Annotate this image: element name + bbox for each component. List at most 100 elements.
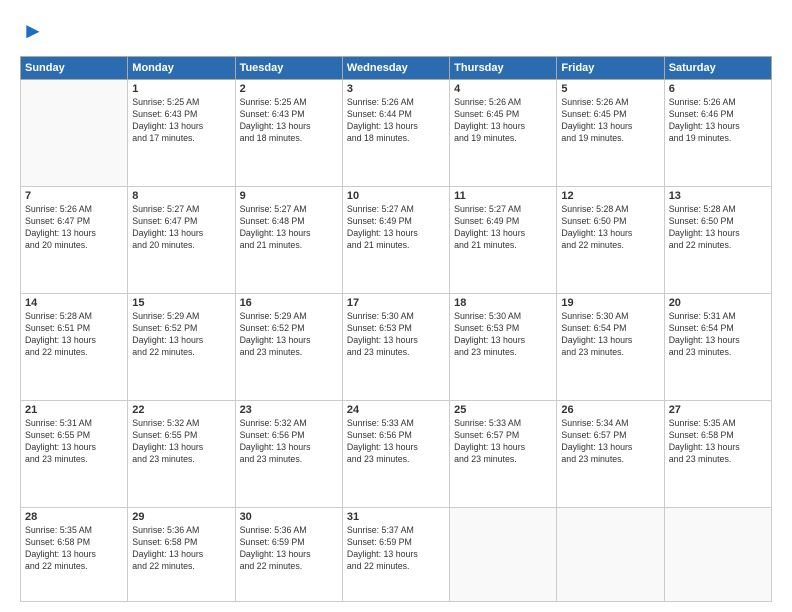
day-number: 15	[132, 297, 230, 309]
day-number: 31	[347, 511, 445, 523]
day-number: 23	[240, 404, 338, 416]
day-info: Sunrise: 5:28 AMSunset: 6:50 PMDaylight:…	[669, 204, 767, 252]
header: ►	[20, 18, 772, 44]
logo-icon: ►	[22, 18, 44, 44]
day-number: 21	[25, 404, 123, 416]
day-info: Sunrise: 5:33 AMSunset: 6:56 PMDaylight:…	[347, 418, 445, 466]
calendar-week-3: 14 Sunrise: 5:28 AMSunset: 6:51 PMDayligh…	[21, 294, 772, 401]
calendar-cell	[450, 508, 557, 602]
day-info: Sunrise: 5:37 AMSunset: 6:59 PMDaylight:…	[347, 525, 445, 573]
calendar-cell: 25 Sunrise: 5:33 AMSunset: 6:57 PMDayligh…	[450, 401, 557, 508]
day-info: Sunrise: 5:36 AMSunset: 6:59 PMDaylight:…	[240, 525, 338, 573]
day-number: 25	[454, 404, 552, 416]
day-info: Sunrise: 5:35 AMSunset: 6:58 PMDaylight:…	[669, 418, 767, 466]
day-number: 2	[240, 83, 338, 95]
calendar-cell: 11 Sunrise: 5:27 AMSunset: 6:49 PMDayligh…	[450, 187, 557, 294]
calendar-header-friday: Friday	[557, 57, 664, 80]
calendar-header-saturday: Saturday	[664, 57, 771, 80]
calendar-cell: 3 Sunrise: 5:26 AMSunset: 6:44 PMDaylight…	[342, 80, 449, 187]
calendar-week-4: 21Sunrise: 5:31 AMSunset: 6:55 PMDayligh…	[21, 401, 772, 508]
day-number: 4	[454, 83, 552, 95]
logo: ►	[20, 18, 44, 44]
day-info: Sunrise: 5:27 AMSunset: 6:49 PMDaylight:…	[454, 204, 552, 252]
day-number: 18	[454, 297, 552, 309]
day-number: 29	[132, 511, 230, 523]
calendar: SundayMondayTuesdayWednesdayThursdayFrid…	[20, 56, 772, 602]
calendar-cell: 28Sunrise: 5:35 AMSunset: 6:58 PMDayligh…	[21, 508, 128, 602]
day-info: Sunrise: 5:26 AMSunset: 6:47 PMDaylight:…	[25, 204, 123, 252]
day-number: 24	[347, 404, 445, 416]
day-info: Sunrise: 5:32 AMSunset: 6:55 PMDaylight:…	[132, 418, 230, 466]
day-info: Sunrise: 5:26 AMSunset: 6:46 PMDaylight:…	[669, 97, 767, 145]
calendar-cell: 10Sunrise: 5:27 AMSunset: 6:49 PMDayligh…	[342, 187, 449, 294]
day-number: 13	[669, 190, 767, 202]
day-info: Sunrise: 5:30 AMSunset: 6:54 PMDaylight:…	[561, 311, 659, 359]
calendar-cell: 8 Sunrise: 5:27 AMSunset: 6:47 PMDaylight…	[128, 187, 235, 294]
calendar-header-thursday: Thursday	[450, 57, 557, 80]
day-number: 10	[347, 190, 445, 202]
calendar-cell: 7 Sunrise: 5:26 AMSunset: 6:47 PMDaylight…	[21, 187, 128, 294]
day-number: 30	[240, 511, 338, 523]
calendar-cell: 15 Sunrise: 5:29 AMSunset: 6:52 PMDayligh…	[128, 294, 235, 401]
day-number: 3	[347, 83, 445, 95]
day-number: 16	[240, 297, 338, 309]
calendar-header-wednesday: Wednesday	[342, 57, 449, 80]
day-number: 11	[454, 190, 552, 202]
day-number: 8	[132, 190, 230, 202]
calendar-cell	[21, 80, 128, 187]
calendar-cell: 18 Sunrise: 5:30 AMSunset: 6:53 PMDayligh…	[450, 294, 557, 401]
calendar-cell: 12Sunrise: 5:28 AMSunset: 6:50 PMDayligh…	[557, 187, 664, 294]
day-number: 5	[561, 83, 659, 95]
day-number: 27	[669, 404, 767, 416]
day-info: Sunrise: 5:33 AMSunset: 6:57 PMDaylight:…	[454, 418, 552, 466]
calendar-week-5: 28Sunrise: 5:35 AMSunset: 6:58 PMDayligh…	[21, 508, 772, 602]
day-info: Sunrise: 5:30 AMSunset: 6:53 PMDaylight:…	[454, 311, 552, 359]
day-info: Sunrise: 5:36 AMSunset: 6:58 PMDaylight:…	[132, 525, 230, 573]
day-info: Sunrise: 5:26 AMSunset: 6:44 PMDaylight:…	[347, 97, 445, 145]
day-number: 9	[240, 190, 338, 202]
calendar-cell: 30 Sunrise: 5:36 AMSunset: 6:59 PMDayligh…	[235, 508, 342, 602]
calendar-cell: 21Sunrise: 5:31 AMSunset: 6:55 PMDayligh…	[21, 401, 128, 508]
day-number: 17	[347, 297, 445, 309]
day-info: Sunrise: 5:27 AMSunset: 6:47 PMDaylight:…	[132, 204, 230, 252]
calendar-cell: 27 Sunrise: 5:35 AMSunset: 6:58 PMDayligh…	[664, 401, 771, 508]
day-info: Sunrise: 5:30 AMSunset: 6:53 PMDaylight:…	[347, 311, 445, 359]
day-number: 20	[669, 297, 767, 309]
calendar-cell: 31 Sunrise: 5:37 AMSunset: 6:59 PMDayligh…	[342, 508, 449, 602]
calendar-header-row: SundayMondayTuesdayWednesdayThursdayFrid…	[21, 57, 772, 80]
calendar-header-sunday: Sunday	[21, 57, 128, 80]
day-number: 22	[132, 404, 230, 416]
day-info: Sunrise: 5:28 AMSunset: 6:51 PMDaylight:…	[25, 311, 123, 359]
day-number: 7	[25, 190, 123, 202]
calendar-cell: 20 Sunrise: 5:31 AMSunset: 6:54 PMDayligh…	[664, 294, 771, 401]
calendar-cell: 16Sunrise: 5:29 AMSunset: 6:52 PMDayligh…	[235, 294, 342, 401]
calendar-cell: 14 Sunrise: 5:28 AMSunset: 6:51 PMDayligh…	[21, 294, 128, 401]
day-number: 26	[561, 404, 659, 416]
page: ► SundayMondayTuesdayWednesdayThursdayFr…	[0, 0, 792, 612]
calendar-cell: 2Sunrise: 5:25 AMSunset: 6:43 PMDaylight…	[235, 80, 342, 187]
day-number: 1	[132, 83, 230, 95]
calendar-cell: 26 Sunrise: 5:34 AMSunset: 6:57 PMDayligh…	[557, 401, 664, 508]
calendar-cell: 1 Sunrise: 5:25 AMSunset: 6:43 PMDaylight…	[128, 80, 235, 187]
calendar-cell: 17 Sunrise: 5:30 AMSunset: 6:53 PMDayligh…	[342, 294, 449, 401]
day-number: 6	[669, 83, 767, 95]
day-number: 19	[561, 297, 659, 309]
calendar-header-tuesday: Tuesday	[235, 57, 342, 80]
day-info: Sunrise: 5:29 AMSunset: 6:52 PMDaylight:…	[132, 311, 230, 359]
day-info: Sunrise: 5:27 AMSunset: 6:48 PMDaylight:…	[240, 204, 338, 252]
calendar-cell: 13 Sunrise: 5:28 AMSunset: 6:50 PMDayligh…	[664, 187, 771, 294]
day-number: 12	[561, 190, 659, 202]
calendar-cell: 5Sunrise: 5:26 AMSunset: 6:45 PMDaylight…	[557, 80, 664, 187]
day-info: Sunrise: 5:34 AMSunset: 6:57 PMDaylight:…	[561, 418, 659, 466]
calendar-cell: 23Sunrise: 5:32 AMSunset: 6:56 PMDayligh…	[235, 401, 342, 508]
day-info: Sunrise: 5:25 AMSunset: 6:43 PMDaylight:…	[132, 97, 230, 145]
day-info: Sunrise: 5:35 AMSunset: 6:58 PMDaylight:…	[25, 525, 123, 573]
calendar-cell	[557, 508, 664, 602]
calendar-cell	[664, 508, 771, 602]
calendar-week-1: 1 Sunrise: 5:25 AMSunset: 6:43 PMDaylight…	[21, 80, 772, 187]
day-number: 14	[25, 297, 123, 309]
day-info: Sunrise: 5:31 AMSunset: 6:54 PMDaylight:…	[669, 311, 767, 359]
calendar-week-2: 7 Sunrise: 5:26 AMSunset: 6:47 PMDaylight…	[21, 187, 772, 294]
calendar-cell: 4Sunrise: 5:26 AMSunset: 6:45 PMDaylight…	[450, 80, 557, 187]
calendar-cell: 29 Sunrise: 5:36 AMSunset: 6:58 PMDayligh…	[128, 508, 235, 602]
